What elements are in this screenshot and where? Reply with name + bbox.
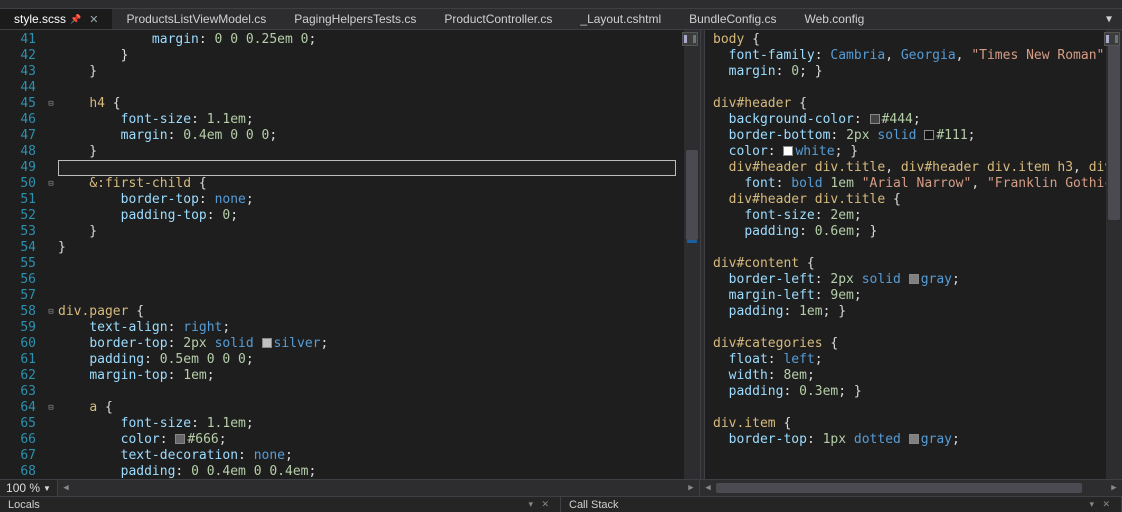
document-tab[interactable]: PagingHelpersTests.cs: [280, 9, 430, 29]
right-horizontal-scrollbar[interactable]: ◀ ▶: [700, 480, 1122, 496]
left-horizontal-scrollbar[interactable]: ◀ ▶: [58, 480, 700, 496]
document-tab[interactable]: _Layout.cshtml: [566, 9, 675, 29]
tab-label: PagingHelpersTests.cs: [294, 12, 416, 26]
right-editor-pane: body { font-family: Cambria, Georgia, "T…: [705, 30, 1122, 479]
left-editor-pane: 4142434445464748495051525354555657585960…: [0, 30, 700, 479]
scroll-left-button[interactable]: ◀: [700, 480, 716, 496]
panel-controls[interactable]: ▾ ✕: [528, 499, 552, 510]
color-swatch: [783, 146, 793, 156]
color-swatch: [870, 114, 880, 124]
color-swatch: [175, 434, 185, 444]
tab-label: ProductController.cs: [444, 12, 552, 26]
callstack-panel-header[interactable]: Call Stack ▾ ✕: [561, 497, 1122, 512]
scroll-right-button[interactable]: ▶: [683, 480, 699, 496]
document-tab[interactable]: ProductsListViewModel.cs: [112, 9, 280, 29]
left-vertical-scrollbar[interactable]: [684, 30, 700, 479]
zoom-level-value: 100 %: [6, 481, 40, 495]
fold-gutter[interactable]: ⊟⊟⊟⊟: [44, 30, 58, 479]
tab-overflow-dropdown[interactable]: ▼: [1096, 9, 1122, 29]
color-swatch: [262, 338, 272, 348]
document-tab[interactable]: Web.config: [791, 9, 879, 29]
right-code-area[interactable]: body { font-family: Cambria, Georgia, "T…: [705, 30, 1122, 479]
tab-label: _Layout.cshtml: [580, 12, 661, 26]
document-tab[interactable]: style.scss 📌 ✕: [0, 9, 112, 29]
scroll-left-button[interactable]: ◀: [58, 480, 74, 496]
document-tabs: style.scss 📌 ✕ ProductsListViewModel.cs Pagi…: [0, 9, 1122, 30]
tab-label: style.scss: [14, 12, 66, 26]
chevron-down-icon: ▼: [43, 484, 51, 493]
scroll-right-button[interactable]: ▶: [1106, 480, 1122, 496]
locals-panel-title: Locals: [8, 499, 40, 511]
horizontal-scroll-row: 100 % ▼ ◀ ▶ ◀ ▶: [0, 479, 1122, 496]
left-code-area[interactable]: 4142434445464748495051525354555657585960…: [0, 30, 700, 479]
split-editor-button[interactable]: [682, 32, 698, 46]
editor-split-row: 4142434445464748495051525354555657585960…: [0, 30, 1122, 479]
tab-label: BundleConfig.cs: [689, 12, 776, 26]
right-vertical-scrollbar[interactable]: [1106, 30, 1122, 479]
color-swatch: [924, 130, 934, 140]
tab-label: ProductsListViewModel.cs: [126, 12, 266, 26]
locals-panel-header[interactable]: Locals ▾ ✕: [0, 497, 561, 512]
split-editor-button-right[interactable]: [1104, 32, 1120, 46]
zoom-level-dropdown[interactable]: 100 % ▼: [0, 480, 58, 496]
left-code-content[interactable]: margin: 0 0 0.25em 0; } } h4 { font-size…: [58, 30, 684, 479]
top-menu-sliver: [0, 0, 1122, 9]
line-number-gutter: 4142434445464748495051525354555657585960…: [0, 30, 44, 479]
color-swatch: [909, 274, 919, 284]
document-tab[interactable]: ProductController.cs: [430, 9, 566, 29]
callstack-panel-title: Call Stack: [569, 499, 619, 511]
tab-label: Web.config: [805, 12, 865, 26]
pin-icon[interactable]: 📌: [70, 14, 81, 25]
color-swatch: [909, 434, 919, 444]
panel-controls[interactable]: ▾ ✕: [1089, 499, 1113, 510]
bottom-tool-panels: Locals ▾ ✕ Call Stack ▾ ✕: [0, 496, 1122, 512]
document-tab[interactable]: BundleConfig.cs: [675, 9, 790, 29]
close-icon[interactable]: ✕: [85, 13, 98, 26]
right-code-content[interactable]: body { font-family: Cambria, Georgia, "T…: [705, 30, 1106, 479]
hscroll-thumb[interactable]: [716, 483, 1082, 493]
